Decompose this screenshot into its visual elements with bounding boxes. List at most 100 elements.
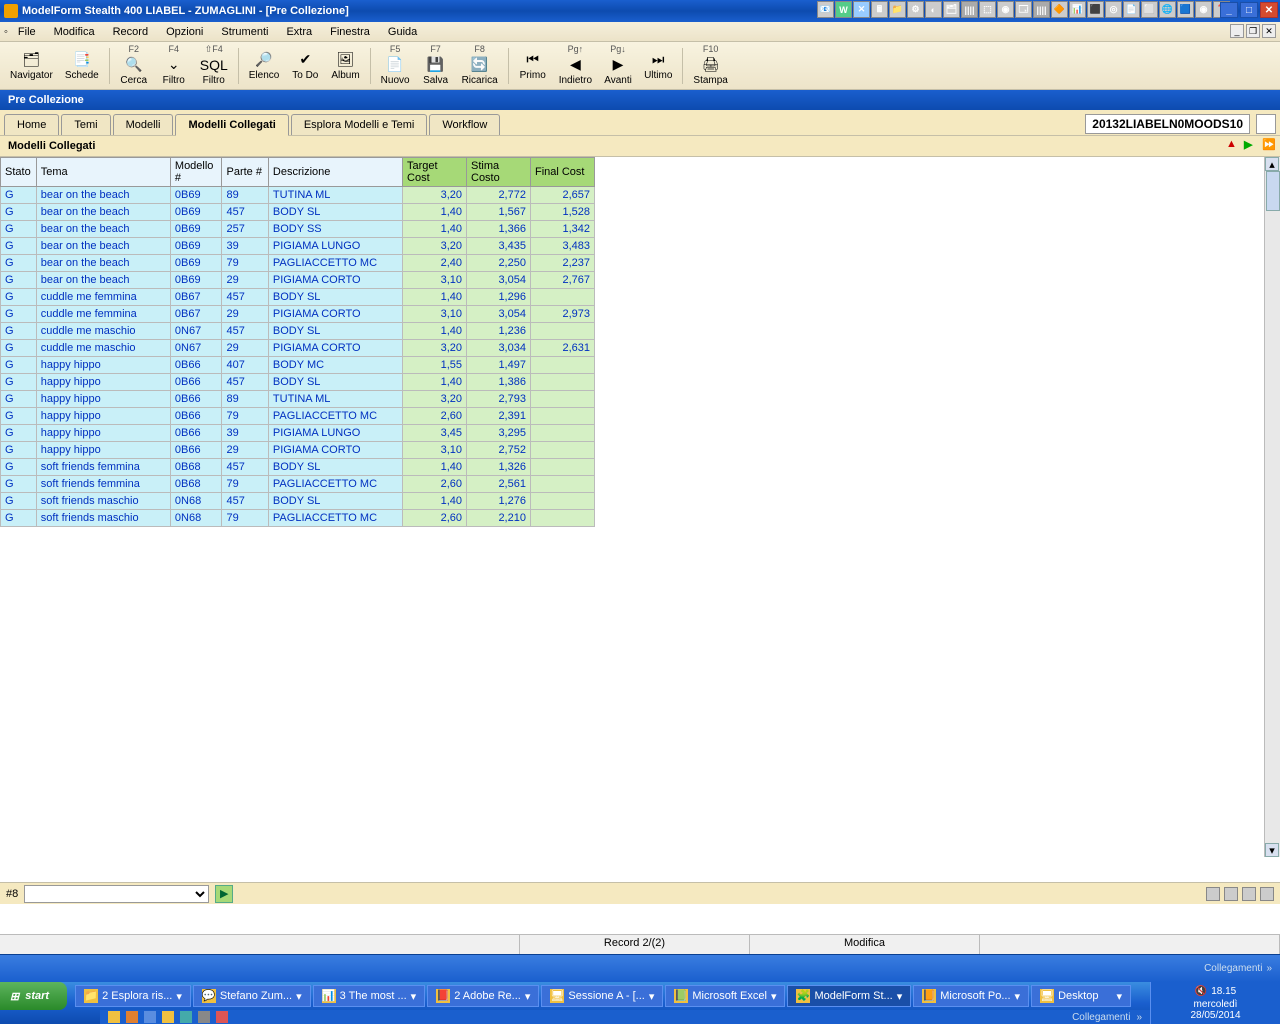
table-row[interactable]: Ghappy hippo0B6689TUTINA ML3,202,793 — [1, 391, 595, 408]
toolbar-album[interactable]: 🖼Album — [325, 44, 365, 88]
col-header[interactable]: Modello # — [170, 158, 222, 187]
table-row[interactable]: Gbear on the beach0B6939PIGIAMA LUNGO3,2… — [1, 238, 595, 255]
forward-icon[interactable]: ⏩ — [1262, 138, 1276, 152]
toolbar-primo[interactable]: ⏮Primo — [513, 44, 553, 88]
flag-up-icon[interactable]: ▲ — [1226, 138, 1240, 152]
table-row[interactable]: Gbear on the beach0B6929PIGIAMA CORTO3,1… — [1, 272, 595, 289]
table-row[interactable]: Gcuddle me femmina0B67457BODY SL1,401,29… — [1, 289, 595, 306]
toolbar-cerca[interactable]: F2🔍Cerca — [114, 44, 154, 88]
toolbar-ultimo[interactable]: ⏭Ultimo — [638, 44, 678, 88]
menu-record[interactable]: Record — [105, 24, 156, 40]
linkbar-label[interactable]: Collegamenti — [1204, 963, 1262, 974]
toolbar-navigator[interactable]: 🗂Navigator — [4, 44, 59, 88]
icon-4[interactable] — [1260, 887, 1274, 901]
color-box[interactable] — [1256, 114, 1276, 134]
table-row[interactable]: Ghappy hippo0B6629PIGIAMA CORTO3,102,752 — [1, 442, 595, 459]
system-tray[interactable]: 🔇18.15 mercoledì 28/05/2014 — [1150, 982, 1280, 1024]
table-row[interactable]: Ghappy hippo0B6679PAGLIACCETTO MC2,602,3… — [1, 408, 595, 425]
task-item[interactable]: 🖥Desktop▾ — [1031, 985, 1131, 1007]
toolbar-avanti[interactable]: Pg↓▶Avanti — [598, 44, 638, 88]
vertical-scrollbar[interactable]: ▴ ▾ — [1264, 157, 1280, 857]
mdi-minimize[interactable]: _ — [1230, 24, 1244, 38]
table-row[interactable]: Gbear on the beach0B69457BODY SL1,401,56… — [1, 204, 595, 221]
table-row[interactable]: Ghappy hippo0B66457BODY SL1,401,386 — [1, 374, 595, 391]
toolbar-indietro[interactable]: Pg↑◀Indietro — [553, 44, 598, 88]
go-button[interactable]: ▶ — [215, 885, 233, 903]
table-row[interactable]: Ghappy hippo0B6639PIGIAMA LUNGO3,453,295 — [1, 425, 595, 442]
task-item[interactable]: 📗Microsoft Excel▾ — [665, 985, 785, 1007]
toolbar-elenco[interactable]: 🔎Elenco — [243, 44, 286, 88]
maximize-button[interactable]: □ — [1240, 2, 1258, 18]
ql-icon[interactable] — [216, 1011, 228, 1023]
col-header[interactable]: Final Cost — [530, 158, 594, 187]
close-button[interactable]: ✕ — [1260, 2, 1278, 18]
task-item[interactable]: 📙Microsoft Po...▾ — [913, 985, 1029, 1007]
col-header[interactable]: Stima Costo — [467, 158, 531, 187]
table-row[interactable]: Gbear on the beach0B6979PAGLIACCETTO MC2… — [1, 255, 595, 272]
toolbar-to do[interactable]: ✔To Do — [285, 44, 325, 88]
tab-modelli[interactable]: Modelli — [113, 114, 174, 135]
tab-workflow[interactable]: Workflow — [429, 114, 500, 135]
mdi-close[interactable]: ✕ — [1262, 24, 1276, 38]
toolbar-filtro[interactable]: ⇧F4SQLFiltro — [194, 44, 234, 88]
tab-home[interactable]: Home — [4, 114, 59, 135]
menu-modifica[interactable]: Modifica — [46, 24, 103, 40]
col-header[interactable]: Target Cost — [403, 158, 467, 187]
ql-icon[interactable] — [162, 1011, 174, 1023]
tab-modelli-collegati[interactable]: Modelli Collegati — [175, 114, 288, 136]
icon-3[interactable] — [1242, 887, 1256, 901]
table-row[interactable]: Gsoft friends femmina0B6879PAGLIACCETTO … — [1, 476, 595, 493]
table-row[interactable]: Gsoft friends maschio0N6879PAGLIACCETTO … — [1, 510, 595, 527]
table-row[interactable]: Gcuddle me maschio0N67457BODY SL1,401,23… — [1, 323, 595, 340]
mdi-restore[interactable]: ❐ — [1246, 24, 1260, 38]
menu-extra[interactable]: Extra — [278, 24, 320, 40]
table-row[interactable]: Gbear on the beach0B69257BODY SS1,401,36… — [1, 221, 595, 238]
menu-opzioni[interactable]: Opzioni — [158, 24, 211, 40]
task-item[interactable]: 🧩ModelForm St...▾ — [787, 985, 911, 1007]
record-combo[interactable] — [24, 885, 209, 903]
toolbar-schede[interactable]: 📑Schede — [59, 44, 105, 88]
col-header[interactable]: Stato — [1, 158, 37, 187]
ql-icon[interactable] — [180, 1011, 192, 1023]
table-row[interactable]: Gcuddle me maschio0N6729PIGIAMA CORTO3,2… — [1, 340, 595, 357]
minimize-button[interactable]: _ — [1220, 2, 1238, 18]
table-row[interactable]: Gsoft friends maschio0N68457BODY SL1,401… — [1, 493, 595, 510]
ql-icon[interactable] — [126, 1011, 138, 1023]
start-button[interactable]: ⊞start — [0, 982, 67, 1010]
ql-icon[interactable] — [144, 1011, 156, 1023]
ql-icon[interactable] — [198, 1011, 210, 1023]
toolbar-stampa[interactable]: F10🖨Stampa — [687, 44, 733, 88]
col-header[interactable]: Descrizione — [268, 158, 402, 187]
col-header[interactable]: Parte # — [222, 158, 268, 187]
play-icon[interactable]: ▶ — [1244, 138, 1258, 152]
task-item[interactable]: 📁2 Esplora ris...▾ — [75, 985, 191, 1007]
status-mode: Modifica — [750, 935, 980, 954]
toolbar-nuovo[interactable]: F5📄Nuovo — [375, 44, 416, 88]
task-item[interactable]: 💬Stefano Zum...▾ — [193, 985, 311, 1007]
title-bar: ModelForm Stealth 400 LIABEL - ZUMAGLINI… — [0, 0, 1280, 22]
ql-icon[interactable] — [108, 1011, 120, 1023]
task-item[interactable]: 📕2 Adobe Re...▾ — [427, 985, 539, 1007]
menu-file[interactable]: File — [10, 24, 44, 40]
menu-strumenti[interactable]: Strumenti — [213, 24, 276, 40]
data-grid[interactable]: StatoTemaModello #Parte #DescrizioneTarg… — [0, 157, 595, 527]
menu-guida[interactable]: Guida — [380, 24, 425, 40]
tab-esplora-modelli-e-temi[interactable]: Esplora Modelli e Temi — [291, 114, 427, 135]
status-record: Record 2/(2) — [520, 935, 750, 954]
table-row[interactable]: Gsoft friends femmina0B68457BODY SL1,401… — [1, 459, 595, 476]
col-header[interactable]: Tema — [36, 158, 170, 187]
table-row[interactable]: Ghappy hippo0B66407BODY MC1,551,497 — [1, 357, 595, 374]
toolbar-salva[interactable]: F7💾Salva — [416, 44, 456, 88]
menu-finestra[interactable]: Finestra — [322, 24, 378, 40]
mdi-controls[interactable]: _ ❐ ✕ — [1230, 24, 1276, 38]
tab-temi[interactable]: Temi — [61, 114, 110, 135]
window-controls[interactable]: _ □ ✕ — [1220, 2, 1278, 18]
task-item[interactable]: 🖥Sessione A - [...▾ — [541, 985, 663, 1007]
icon-1[interactable] — [1206, 887, 1220, 901]
toolbar-ricarica[interactable]: F8🔄Ricarica — [456, 44, 504, 88]
task-item[interactable]: 📊3 The most ...▾ — [313, 985, 426, 1007]
table-row[interactable]: Gbear on the beach0B6989TUTINA ML3,202,7… — [1, 187, 595, 204]
table-row[interactable]: Gcuddle me femmina0B6729PIGIAMA CORTO3,1… — [1, 306, 595, 323]
toolbar-filtro[interactable]: F4⌄Filtro — [154, 44, 194, 88]
icon-2[interactable] — [1224, 887, 1238, 901]
